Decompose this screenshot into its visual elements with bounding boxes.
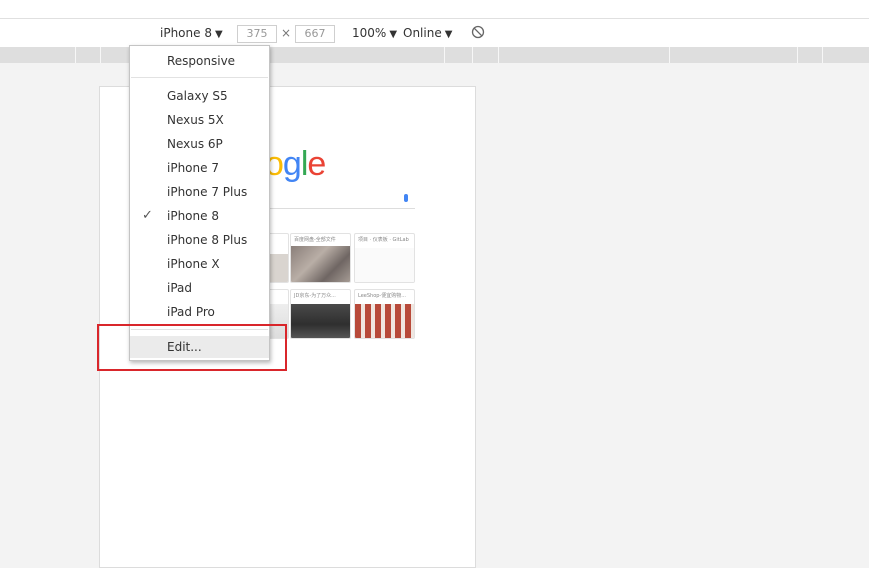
ruler-tick [75, 47, 76, 63]
tile-caption: 百度网盘-全部文件 [294, 237, 336, 243]
tile-caption: LeeShop-便宜购物... [358, 293, 406, 299]
shortcut-tile[interactable]: JD京东-为了万众... [290, 289, 351, 339]
shortcut-tile[interactable]: 百度网盘-全部文件 [290, 233, 351, 283]
tile-caption: JD京东-为了万众... [294, 293, 336, 299]
height-input[interactable]: 667 [295, 25, 335, 43]
device-select[interactable]: iPhone 8 ▼ [160, 19, 223, 47]
google-logo: ogle [265, 145, 326, 183]
menu-item-ipad-pro[interactable]: iPad Pro [130, 301, 269, 323]
menu-item-label: iPhone X [167, 257, 220, 271]
menu-item-iphone-7-plus[interactable]: iPhone 7 Plus [130, 181, 269, 203]
ruler-tick [797, 47, 798, 63]
rotate-icon[interactable] [471, 25, 485, 39]
menu-separator [131, 77, 268, 78]
ruler-tick [472, 47, 473, 63]
network-throttle-select[interactable]: Online ▼ [403, 19, 452, 47]
menu-item-label: iPhone 8 Plus [167, 233, 248, 247]
menu-item-label: Galaxy S5 [167, 89, 228, 103]
device-dropdown-menu: Responsive Galaxy S5 Nexus 5X Nexus 6P i… [129, 45, 270, 361]
menu-item-label: Responsive [167, 54, 236, 68]
menu-item-label: Nexus 5X [167, 113, 224, 127]
chevron-down-icon: ▼ [389, 29, 398, 40]
search-box[interactable] [265, 190, 415, 209]
menu-item-ipad[interactable]: iPad [130, 277, 269, 299]
ruler-tick [669, 47, 670, 63]
chevron-down-icon: ▼ [214, 29, 223, 40]
ruler-tick [100, 47, 101, 63]
top-strip [0, 0, 869, 18]
menu-item-nexus-6p[interactable]: Nexus 6P [130, 133, 269, 155]
highlight-annotation-box [97, 324, 287, 371]
menu-item-label: iPad Pro [167, 305, 215, 319]
checkmark-icon: ✓ [142, 208, 153, 223]
menu-item-label: iPhone 7 Plus [167, 185, 248, 199]
chevron-down-icon: ▼ [444, 29, 453, 40]
menu-item-label: iPhone 8 [167, 209, 219, 223]
shortcut-tile[interactable]: LeeShop-便宜购物... [354, 289, 415, 339]
menu-item-iphone-7[interactable]: iPhone 7 [130, 157, 269, 179]
width-input[interactable]: 375 [237, 25, 277, 43]
network-label: Online [403, 26, 442, 40]
menu-item-label: Nexus 6P [167, 137, 223, 151]
menu-item-label: iPhone 7 [167, 161, 219, 175]
menu-item-iphone-8[interactable]: ✓ iPhone 8 [130, 205, 269, 227]
device-toolbar: iPhone 8 ▼ 375 × 667 100% ▼ Online ▼ [0, 18, 869, 48]
ruler-tick [444, 47, 445, 63]
ruler-tick [822, 47, 823, 63]
menu-item-nexus-5x[interactable]: Nexus 5X [130, 109, 269, 131]
zoom-select[interactable]: 100% ▼ [352, 19, 397, 47]
tile-caption: 项目 · 仪表板 · GitLab [358, 237, 409, 243]
times-sign: × [281, 26, 292, 40]
shortcut-tile[interactable]: 项目 · 仪表板 · GitLab [354, 233, 415, 283]
ruler-tick [498, 47, 499, 63]
menu-item-galaxy-s5[interactable]: Galaxy S5 [130, 85, 269, 107]
zoom-label: 100% [352, 26, 387, 40]
menu-item-label: iPad [167, 281, 193, 295]
menu-item-iphone-8-plus[interactable]: iPhone 8 Plus [130, 229, 269, 251]
menu-item-iphone-x[interactable]: iPhone X [130, 253, 269, 275]
microphone-icon[interactable] [404, 194, 408, 202]
menu-item-responsive[interactable]: Responsive [130, 50, 269, 72]
device-select-label: iPhone 8 [160, 26, 212, 40]
